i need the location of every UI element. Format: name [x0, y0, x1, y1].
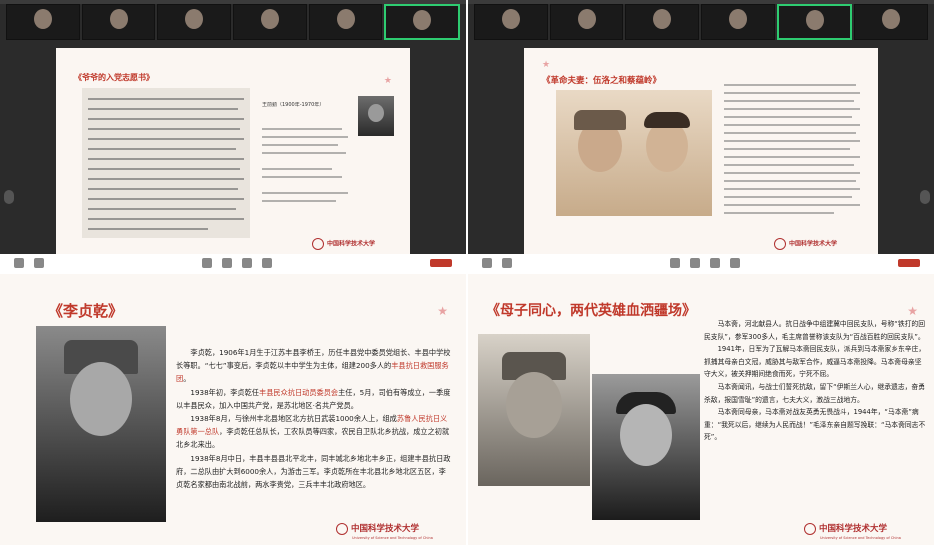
portrait-photo-son	[478, 334, 590, 486]
slide-body-text: 李贞乾，1906年1月生于江苏丰县李桥王，历任丰县党中委员党组长、丰县中学校长等…	[176, 346, 452, 510]
leave-button[interactable]	[430, 259, 452, 267]
seal-icon	[336, 522, 348, 535]
video-thumbnail-strip	[0, 4, 466, 40]
meeting-toolbar	[468, 254, 934, 272]
avatar	[413, 10, 432, 30]
record-icon[interactable]	[262, 258, 272, 268]
star-decoration: ★	[907, 304, 918, 318]
paragraph: 1938年8月，与徐州丰北县地区北方抗日武装1000余人上，组成苏鲁人民抗日义勇…	[176, 414, 450, 450]
side-panel-toggle[interactable]	[4, 190, 14, 204]
avatar	[33, 9, 52, 29]
collage-root: 《爷爷的入党志愿书》 ★ 王前勤（1900年-1970年） 中国科学技术大学 《…	[0, 0, 934, 545]
side-panel-toggle[interactable]	[920, 190, 930, 204]
avatar	[805, 10, 824, 30]
university-logo: 中国科学技术大学	[312, 238, 375, 250]
slide-text-block	[724, 82, 864, 232]
avatar	[882, 9, 901, 29]
video-thumbnail[interactable]	[474, 4, 548, 40]
camera-icon[interactable]	[502, 258, 512, 268]
share-icon[interactable]	[202, 258, 212, 268]
meeting-screenshot-right: 《革命夫妻：伍洛之和蔡蕴岭》 ★ 中国科学技术大学	[468, 0, 934, 272]
portrait-photo	[358, 96, 394, 136]
leave-button[interactable]	[898, 259, 920, 267]
seal-icon	[312, 238, 324, 250]
paragraph: 1938年初，李贞乾任丰县民众抗日动员委员会主任，5月，司伯有等成立，一季度以丰…	[176, 387, 451, 410]
paragraph: 马本斋同母亲，马本斋对战友英勇无畏战斗，1944年，“马本斋”病重：“我死以后，…	[704, 408, 926, 442]
video-thumbnail[interactable]	[6, 4, 80, 40]
meeting-screenshot-left: 《爷爷的入党志愿书》 ★ 王前勤（1900年-1970年） 中国科学技术大学	[0, 0, 466, 272]
slide-ma-benzhai: 《母子同心，两代英雄血洒疆场》 ★ 马本斋，河北献县人。抗日战争中组建冀中回民支…	[468, 274, 934, 545]
record-icon[interactable]	[730, 258, 740, 268]
avatar	[577, 9, 596, 29]
couple-photo	[556, 90, 712, 216]
video-thumbnail[interactable]	[701, 4, 775, 40]
portrait-photo-mother	[592, 374, 700, 520]
participants-icon[interactable]	[690, 258, 700, 268]
university-logo-subtitle: University of Science and Technology of …	[352, 536, 433, 540]
participants-icon[interactable]	[222, 258, 232, 268]
avatar	[185, 9, 204, 29]
paragraph: 马本斋，河北献县人。抗日战争中组建冀中回民支队，号称“铁打的回民支队”，参军30…	[704, 320, 926, 341]
shared-slide: 《革命夫妻：伍洛之和蔡蕴岭》 ★ 中国科学技术大学	[524, 48, 878, 255]
slide-title: 《母子同心，两代英雄血洒疆场》	[486, 303, 696, 319]
video-thumbnail[interactable]	[625, 4, 700, 40]
paragraph: 李贞乾，1906年1月生于江苏丰县李桥王，历任丰县党中委员党组长、丰县中学校长等…	[176, 348, 451, 384]
university-logo: 中国科学技术大学	[774, 238, 837, 250]
slide-text-block	[262, 124, 352, 224]
university-logo-subtitle: University of Science and Technology of …	[820, 536, 901, 540]
video-thumbnail-strip	[468, 4, 934, 40]
university-logo: 中国科学技术大学	[804, 522, 887, 535]
meeting-toolbar	[0, 254, 466, 272]
avatar	[260, 9, 279, 29]
slide-title: 《李贞乾》	[48, 302, 124, 320]
star-decoration: ★	[542, 60, 551, 70]
video-thumbnail[interactable]	[854, 4, 929, 40]
slide-body-text: 马本斋，河北献县人。抗日战争中组建冀中回民支队，号称“铁打的回民支队”，参军30…	[704, 318, 926, 510]
paragraph: 马本斋闻讯，与战士们誓死抗敌，留下“伊斯兰人心，继承遗志，奋勇杀敌，报国雪耻”的…	[704, 382, 926, 404]
shared-slide: 《爷爷的入党志愿书》 ★ 王前勤（1900年-1970年） 中国科学技术大学	[56, 48, 410, 255]
mic-icon[interactable]	[482, 258, 492, 268]
mic-icon[interactable]	[14, 258, 24, 268]
portrait-caption: 王前勤（1900年-1970年）	[262, 102, 325, 108]
video-thumbnail[interactable]	[549, 4, 624, 40]
paragraph: 1938年8月中日，丰县丰县县北平北丰，同丰城北乡地北丰乡正，组建丰县抗日政府，…	[176, 453, 451, 490]
chat-icon[interactable]	[242, 258, 252, 268]
avatar	[653, 9, 672, 29]
avatar	[109, 9, 128, 29]
chat-icon[interactable]	[710, 258, 720, 268]
video-thumbnail-active[interactable]	[776, 4, 853, 40]
university-logo: 中国科学技术大学	[336, 522, 419, 535]
video-thumbnail[interactable]	[308, 4, 383, 40]
slide-li-zhenqian: 《李贞乾》 ★ 李贞乾，1906年1月生于江苏丰县李桥王，历任丰县党中委员党组长…	[0, 274, 466, 545]
star-decoration: ★	[383, 76, 392, 86]
avatar	[336, 9, 355, 29]
avatar	[728, 9, 747, 29]
video-thumbnail[interactable]	[157, 4, 232, 40]
paragraph: 1941年，日军为了瓦解马本斋回民支队，派兵到马本斋家乡东辛庄，抓捕其母亲白文冠…	[704, 345, 926, 379]
avatar	[501, 9, 520, 29]
video-thumbnail-active[interactable]	[384, 4, 461, 40]
star-decoration: ★	[437, 304, 448, 318]
seal-icon	[774, 238, 786, 250]
camera-icon[interactable]	[34, 258, 44, 268]
manuscript-image	[82, 88, 250, 238]
portrait-photo	[36, 326, 166, 522]
video-thumbnail[interactable]	[233, 4, 307, 40]
slide-title: 《革命夫妻：伍洛之和蔡蕴岭》	[542, 76, 662, 86]
video-thumbnail[interactable]	[81, 4, 156, 40]
seal-icon	[804, 522, 816, 535]
share-icon[interactable]	[670, 258, 680, 268]
slide-title: 《爷爷的入党志愿书》	[74, 72, 154, 82]
